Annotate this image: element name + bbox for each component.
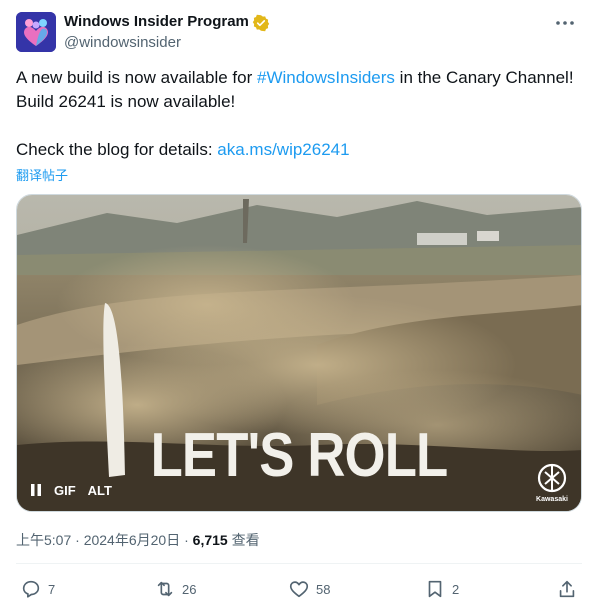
tweet-paragraph-2: Check the blog for details: aka.ms/wip26…: [16, 138, 576, 162]
tweet-time[interactable]: 上午5:07: [16, 532, 71, 548]
share-button[interactable]: [556, 578, 578, 600]
bookmark-icon: [428, 580, 442, 598]
translate-post-link[interactable]: 翻译帖子: [16, 165, 68, 184]
repost-icon: [157, 581, 173, 597]
people-heart-icon: [16, 12, 56, 52]
text-segment: A new build is now available for: [16, 68, 257, 87]
avatar[interactable]: [16, 12, 56, 52]
bookmark-button[interactable]: 2: [424, 578, 459, 600]
tweet-actions: 7 26 58 2: [16, 578, 582, 604]
verified-badge-icon: [252, 14, 270, 32]
repost-count: 26: [182, 581, 197, 597]
meta-separator: ·: [71, 532, 84, 548]
divider: [16, 563, 582, 564]
tweet-meta: 上午5:07 · 2024年6月20日 · 6,715 查看: [16, 530, 260, 550]
meta-separator: ·: [180, 532, 193, 548]
reply-count: 7: [48, 581, 56, 597]
view-count[interactable]: 6,715: [193, 532, 228, 548]
tweet-text: A new build is now available for #Window…: [16, 66, 576, 162]
gif-badge: GIF: [54, 482, 76, 498]
more-options-button[interactable]: [548, 12, 582, 34]
reply-icon: [22, 580, 40, 598]
author-handle[interactable]: @windowsinsider: [64, 34, 181, 51]
hashtag-link[interactable]: #WindowsInsiders: [257, 68, 395, 87]
kawasaki-logo: Kawasaki: [532, 462, 572, 506]
reply-button[interactable]: 7: [20, 578, 55, 600]
like-button[interactable]: 58: [288, 578, 330, 600]
gif-controls: GIF ALT: [24, 478, 112, 502]
like-count: 58: [316, 581, 331, 597]
pause-button[interactable]: [24, 478, 48, 502]
tweet-header: Windows Insider Program @windowsinsider: [16, 12, 582, 54]
repost-button[interactable]: 26: [154, 578, 196, 600]
heart-icon: [289, 581, 309, 598]
more-dots-icon: [556, 21, 574, 25]
share-icon: [559, 580, 575, 598]
kawasaki-brand-text: Kawasaki: [536, 496, 568, 503]
tweet-paragraph-1: A new build is now available for #Window…: [16, 66, 576, 114]
alt-text-badge[interactable]: ALT: [88, 483, 112, 498]
bookmark-count: 2: [452, 581, 460, 597]
author-name[interactable]: Windows Insider Program: [64, 13, 249, 30]
blog-link[interactable]: aka.ms/wip26241: [217, 140, 349, 159]
views-label: 查看: [227, 532, 260, 548]
tweet-date[interactable]: 2024年6月20日: [84, 532, 181, 548]
pause-icon: [31, 484, 41, 496]
gif-overlay-text: LET'S ROLL: [150, 421, 449, 490]
text-segment: Check the blog for details:: [16, 140, 218, 159]
